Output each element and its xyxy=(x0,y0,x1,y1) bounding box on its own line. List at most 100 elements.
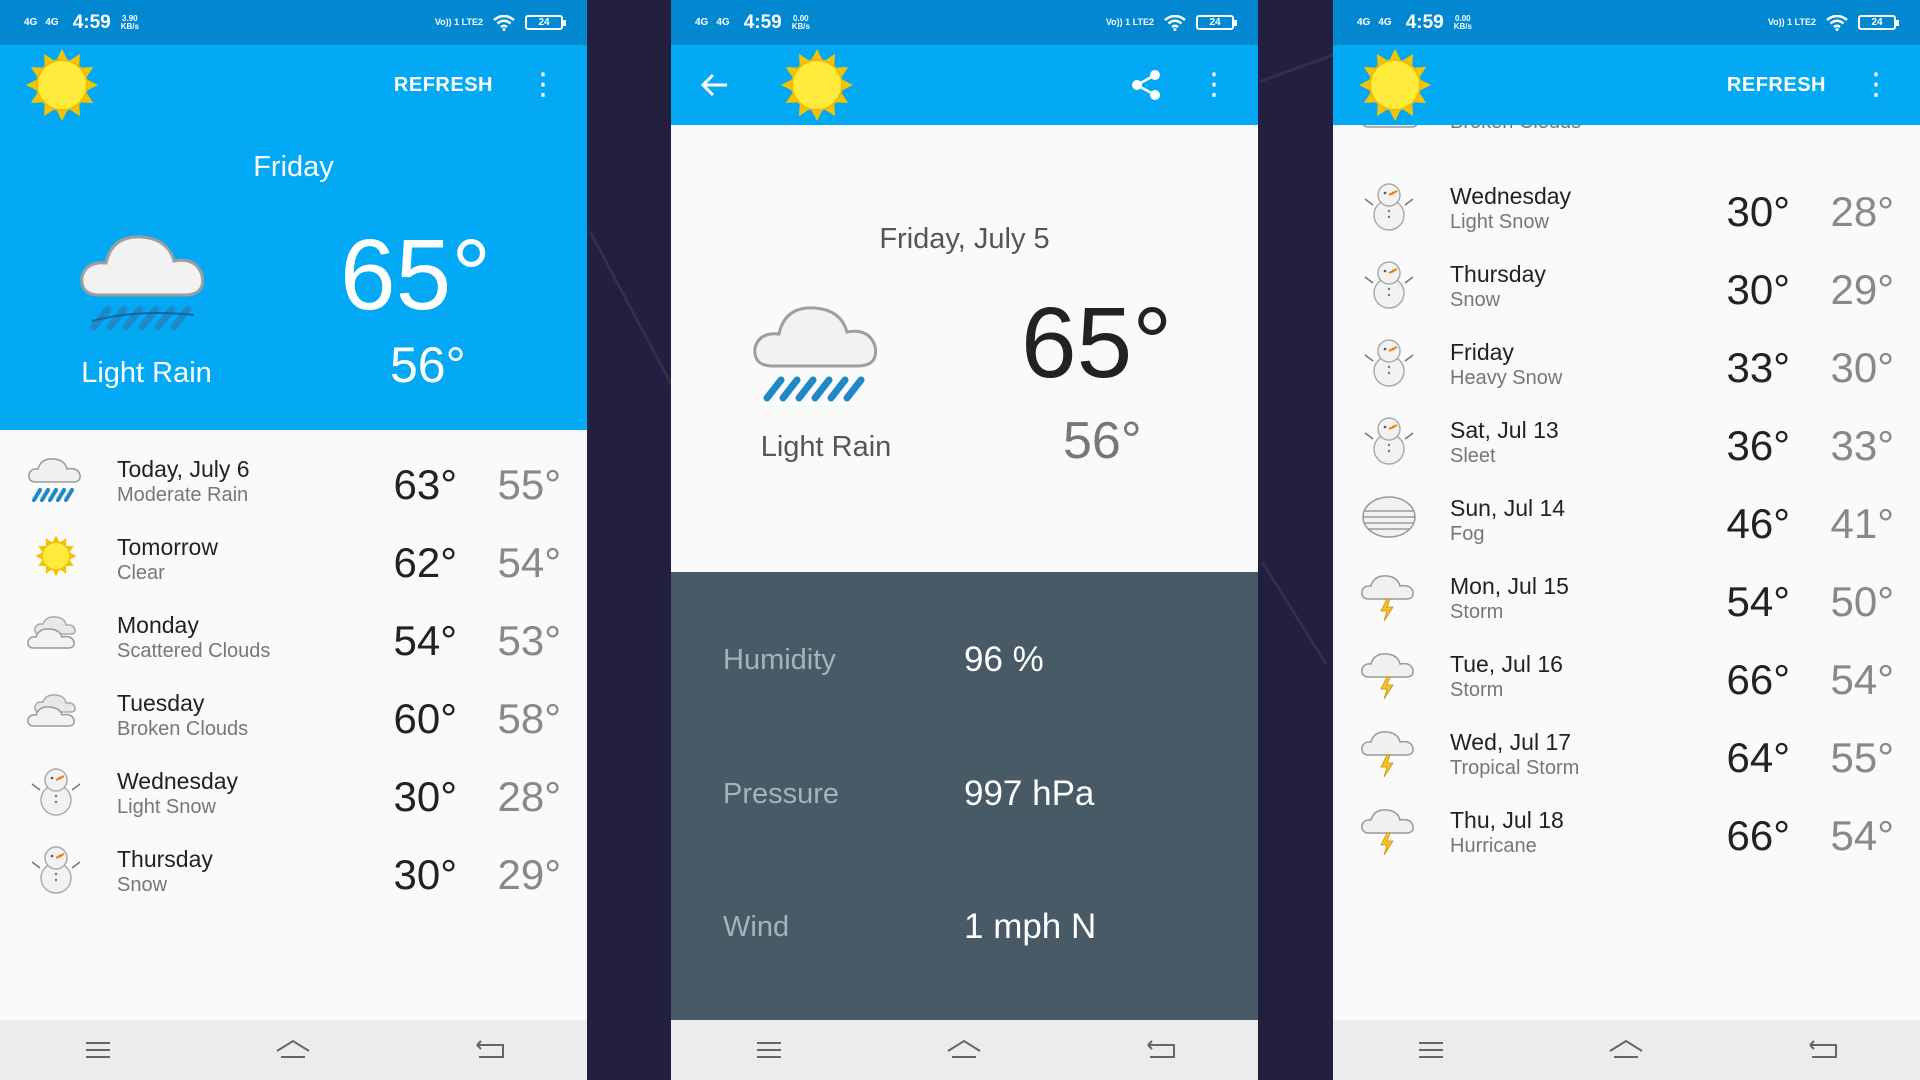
forecast-low-temp: 55° xyxy=(497,461,561,508)
menu-nav-icon[interactable] xyxy=(78,1035,118,1065)
humidity-label: Humidity xyxy=(723,644,836,676)
forecast-high-temp: 66° xyxy=(1726,812,1790,859)
back-nav-icon[interactable] xyxy=(1140,1035,1180,1065)
humidity-value: 96 % xyxy=(964,640,1044,679)
list-item-partial: Broken Clouds xyxy=(1333,125,1920,157)
back-arrow-icon[interactable] xyxy=(695,65,735,105)
forecast-description: Sleet xyxy=(1450,445,1496,467)
forecast-low-temp: 58° xyxy=(497,695,561,742)
hero-day: Friday xyxy=(253,151,334,183)
forecast-description: Snow xyxy=(1450,289,1501,311)
forecast-high-temp: 66° xyxy=(1726,656,1790,703)
storm-icon xyxy=(1359,567,1419,623)
forecast-low-temp: 54° xyxy=(1830,656,1894,703)
humidity-row: Humidity 96 % xyxy=(671,638,1258,698)
forecast-low-temp: 50° xyxy=(1830,578,1894,625)
pressure-row: Pressure 997 hPa xyxy=(671,772,1258,832)
forecast-low-temp: 29° xyxy=(1830,266,1894,313)
forecast-day: Friday xyxy=(1450,339,1514,365)
clouds-icon xyxy=(26,606,86,662)
storm-icon xyxy=(1359,801,1419,857)
pressure-label: Pressure xyxy=(723,778,840,810)
snowman-icon xyxy=(1359,255,1419,311)
signal-icon: 4G xyxy=(1357,16,1371,28)
forecast-description: Fog xyxy=(1450,523,1485,545)
signal-icon: 4G xyxy=(24,16,38,28)
background-line xyxy=(1260,560,1327,665)
forecast-high-temp: 64° xyxy=(1726,734,1790,781)
detail-description: Light Rain xyxy=(760,431,892,463)
clock: 4:59 xyxy=(743,11,782,33)
forecast-high-temp: 54° xyxy=(393,617,457,664)
forecast-day: Sun, Jul 14 xyxy=(1450,495,1566,521)
clouds-icon xyxy=(26,684,86,740)
home-nav-icon[interactable] xyxy=(1606,1035,1646,1065)
share-icon[interactable] xyxy=(1128,67,1164,103)
forecast-low-temp: 54° xyxy=(497,539,561,586)
menu-nav-icon[interactable] xyxy=(1411,1035,1451,1065)
forecast-description: Broken Clouds xyxy=(117,718,249,740)
menu-nav-icon[interactable] xyxy=(749,1035,789,1065)
refresh-button[interactable]: REFRESH xyxy=(1727,74,1826,97)
home-nav-icon[interactable] xyxy=(944,1035,984,1065)
status-bar: 4G 4G 4:59 0.00 KB/s Vo)) 1 LTE2 24 xyxy=(1333,0,1920,45)
detail-panel: Humidity 96 % Pressure 997 hPa Wind 1 mp… xyxy=(671,572,1258,1020)
status-bar: 4G 4G 4:59 3.90 KB/s Vo)) 1 LTE2 24 xyxy=(0,0,587,45)
forecast-day: Thursday xyxy=(1450,261,1546,287)
forecast-description: Storm xyxy=(1450,601,1504,623)
clock: 4:59 xyxy=(1405,11,1444,33)
today-hero: Friday Light Rain 65° 56° xyxy=(0,125,587,430)
forecast-description: Heavy Snow xyxy=(1450,367,1563,389)
battery-icon: 24 xyxy=(525,15,566,30)
net-speed: 3.90 KB/s xyxy=(120,13,139,31)
back-nav-icon[interactable] xyxy=(1802,1035,1842,1065)
overflow-menu-icon[interactable]: ⋮ xyxy=(523,70,563,100)
volte-indicator: Vo)) 1 LTE2 xyxy=(1767,17,1816,27)
wind-label: Wind xyxy=(723,911,790,943)
forecast-low-temp: 41° xyxy=(1830,500,1894,547)
storm-icon xyxy=(1359,645,1419,701)
forecast-day: Wednesday xyxy=(117,768,239,794)
forecast-row[interactable]: Thursday Snow 30° 29° xyxy=(0,820,587,916)
net-speed: 0.00 KB/s xyxy=(791,13,810,31)
forecast-low-temp: 28° xyxy=(497,773,561,820)
detail-high-temp: 65° xyxy=(1021,287,1173,399)
snowman-icon xyxy=(1359,333,1419,389)
overflow-menu-icon[interactable]: ⋮ xyxy=(1856,70,1896,100)
back-nav-icon[interactable] xyxy=(469,1035,509,1065)
forecast-low-temp: 29° xyxy=(497,851,561,898)
rain-icon xyxy=(26,450,86,506)
forecast-high-temp: 46° xyxy=(1726,500,1790,547)
partial-description: Broken Clouds xyxy=(1450,125,1581,134)
forecast-list[interactable]: Broken Clouds WednesdayLight Snow 30° 28° T… xyxy=(1333,125,1920,1020)
home-nav-icon[interactable] xyxy=(273,1035,313,1065)
app-bar: ⋮ xyxy=(671,45,1258,125)
forecast-day: Tue, Jul 16 xyxy=(1450,651,1563,677)
forecast-description: Light Snow xyxy=(117,796,216,818)
hero-low-temp: 56° xyxy=(390,337,466,393)
forecast-day: Mon, Jul 15 xyxy=(1450,573,1569,599)
app-logo-sun-icon xyxy=(1359,49,1431,121)
nav-bar xyxy=(671,1020,1258,1080)
forecast-day: Wednesday xyxy=(1450,183,1572,209)
forecast-low-temp: 53° xyxy=(497,617,561,664)
snowman-icon xyxy=(26,762,86,818)
forecast-day: Thursday xyxy=(117,846,213,872)
pressure-value: 997 hPa xyxy=(964,774,1095,813)
refresh-button[interactable]: REFRESH xyxy=(394,74,493,97)
hero-high-temp: 65° xyxy=(340,219,492,331)
forecast-row[interactable]: Thu, Jul 18 Hurricane 66° 54° xyxy=(1333,781,1920,877)
light-rain-icon xyxy=(753,306,878,402)
wifi-icon xyxy=(1164,14,1186,31)
nav-bar xyxy=(0,1020,587,1080)
forecast-high-temp: 63° xyxy=(393,461,457,508)
phone-main-forecast: 4G 4G 4:59 3.90 KB/s Vo)) 1 LTE2 24 REFR… xyxy=(0,0,587,1080)
signal-icon: 4G xyxy=(716,16,730,28)
clock: 4:59 xyxy=(72,11,111,33)
forecast-low-temp: 54° xyxy=(1830,812,1894,859)
forecast-description: Tropical Storm xyxy=(1450,757,1580,779)
overflow-menu-icon[interactable]: ⋮ xyxy=(1194,70,1234,100)
detail-date: Friday, July 5 xyxy=(879,223,1050,255)
forecast-day: Thu, Jul 18 xyxy=(1450,807,1564,833)
forecast-description: Scattered Clouds xyxy=(117,640,271,662)
